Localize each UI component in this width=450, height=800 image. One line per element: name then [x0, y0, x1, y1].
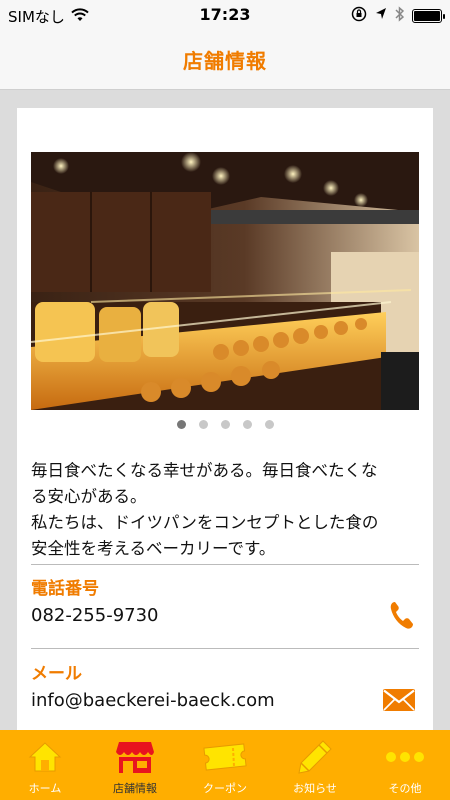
description-line: 毎日食べたくなる幸せがある。毎日食べたくな	[31, 461, 378, 480]
battery-icon	[412, 9, 445, 23]
tab-coupon[interactable]: クーポン	[180, 730, 270, 800]
description-line: る安心がある。	[31, 487, 147, 506]
shop-icon	[115, 736, 155, 778]
bakery-image	[31, 152, 419, 410]
nav-bar: 店舗情報	[0, 30, 450, 90]
phone-number[interactable]: 082-255-9730	[31, 605, 159, 626]
email-label: メール	[31, 664, 82, 684]
store-description: 毎日食べたくなる幸せがある。毎日食べたくな る安心がある。 私たちは、ドイツパン…	[31, 458, 423, 562]
tab-store-info[interactable]: 店舗情報	[90, 730, 180, 800]
home-icon	[28, 736, 62, 778]
more-icon	[385, 736, 425, 778]
tab-more[interactable]: その他	[360, 730, 450, 800]
description-line: 私たちは、ドイツパンをコンセプトとした食の	[31, 513, 379, 532]
description-line: 安全性を考えるベーカリーです。	[31, 539, 276, 558]
status-right	[351, 6, 445, 26]
tab-store-info-label: 店舗情報	[113, 782, 157, 795]
orientation-lock-icon	[351, 6, 367, 26]
tab-home-label: ホーム	[28, 782, 62, 795]
page-dot-5[interactable]	[264, 420, 274, 429]
page-title: 店舗情報	[183, 49, 267, 73]
divider	[31, 564, 419, 565]
tab-more-label: その他	[388, 782, 422, 795]
phone-icon[interactable]	[389, 600, 415, 634]
bluetooth-icon	[395, 6, 405, 26]
phone-label: 電話番号	[31, 579, 99, 599]
page-dot-1[interactable]	[176, 420, 186, 429]
page-dot-2[interactable]	[198, 420, 208, 429]
email-address[interactable]: info@baeckerei-baeck.com	[31, 690, 275, 711]
gallery-pagination[interactable]	[17, 420, 433, 429]
store-info-card: 毎日食べたくなる幸せがある。毎日食べたくな る安心がある。 私たちは、ドイツパン…	[17, 108, 433, 748]
status-bar: SIMなし 17:23	[0, 0, 450, 30]
tab-bar: ホーム 店舗情報 クーポン お知らせ その他	[0, 730, 450, 800]
page-dot-3[interactable]	[220, 420, 230, 429]
mail-icon[interactable]	[383, 689, 415, 715]
tab-home[interactable]: ホーム	[0, 730, 90, 800]
ticket-icon	[203, 736, 247, 778]
location-icon	[375, 7, 387, 25]
page-dot-4[interactable]	[242, 420, 252, 429]
tab-news-label: お知らせ	[293, 782, 337, 795]
store-photo[interactable]	[31, 152, 419, 410]
divider	[31, 648, 419, 649]
pencil-icon	[297, 736, 333, 778]
tab-coupon-label: クーポン	[203, 782, 247, 795]
tab-news[interactable]: お知らせ	[270, 730, 360, 800]
